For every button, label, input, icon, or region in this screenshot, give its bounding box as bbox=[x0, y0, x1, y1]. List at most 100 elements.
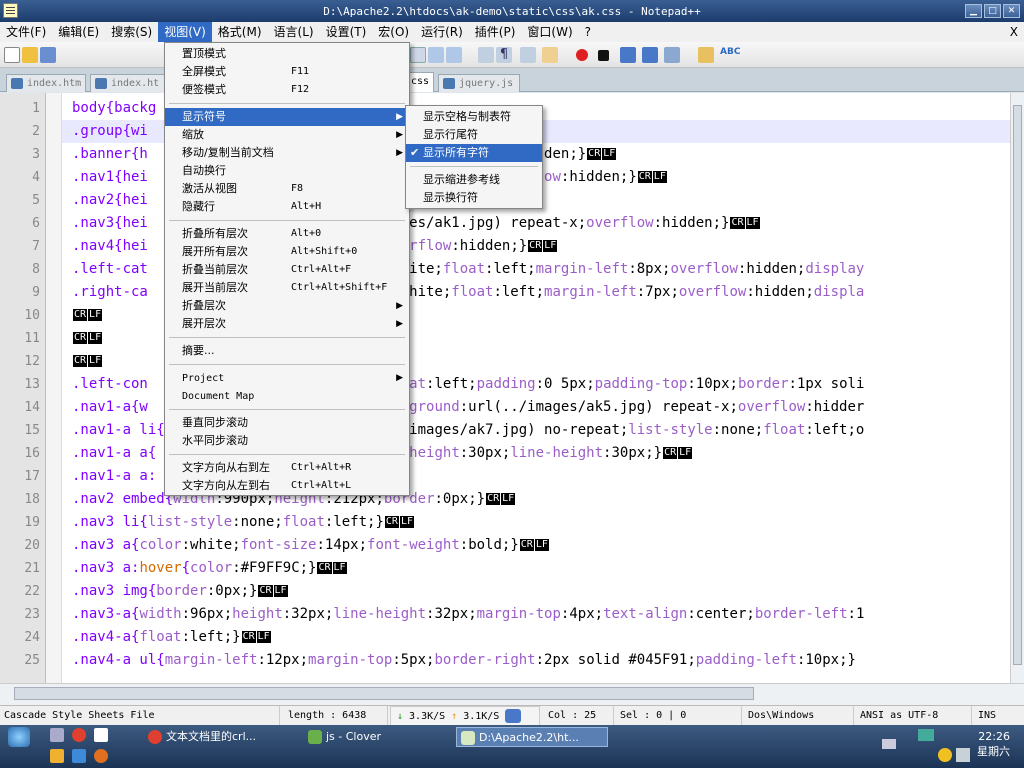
view-menu-item[interactable]: 隐藏行 Alt+H bbox=[165, 198, 409, 216]
start-button[interactable] bbox=[8, 727, 30, 747]
save-icon[interactable] bbox=[40, 47, 56, 63]
maximize-button[interactable]: □ bbox=[984, 4, 1001, 18]
view-menu-item[interactable]: 缩放 ▶ bbox=[165, 126, 409, 144]
network-icon[interactable] bbox=[918, 729, 934, 741]
view-menu-item[interactable]: 全屏模式 F11 bbox=[165, 63, 409, 81]
view-menu-item[interactable]: 展开层次 ▶ bbox=[165, 315, 409, 333]
tab-index-htm[interactable]: index.htm bbox=[6, 74, 86, 92]
close-button[interactable]: ✕ bbox=[1003, 4, 1020, 18]
code-line[interactable]: .nav1-a a: bbox=[72, 465, 156, 488]
menu-search[interactable]: 搜索(S) bbox=[105, 22, 158, 42]
indent-guide-icon[interactable] bbox=[520, 47, 536, 63]
record-macro-icon[interactable] bbox=[576, 49, 588, 61]
fold-margin[interactable] bbox=[46, 93, 62, 683]
scrollbar-thumb[interactable] bbox=[14, 687, 754, 700]
view-menu-item[interactable]: 文字方向从右到左 Ctrl+Alt+R bbox=[165, 459, 409, 477]
sync-horizontal-icon[interactable] bbox=[446, 47, 462, 63]
open-file-icon[interactable] bbox=[22, 47, 38, 63]
task-chrome[interactable]: 文本文档里的crl... bbox=[144, 727, 300, 747]
quicklaunch-notepad-icon[interactable] bbox=[94, 728, 108, 742]
menu-item-label: 显示缩进参考线 bbox=[423, 173, 500, 186]
speed-widget-icon[interactable] bbox=[505, 709, 522, 723]
view-menu-item[interactable]: Project ▶ bbox=[165, 369, 409, 387]
menu-edit[interactable]: 编辑(E) bbox=[52, 22, 105, 42]
code-line[interactable]: CR LF bbox=[72, 327, 103, 350]
file-icon bbox=[443, 78, 455, 89]
view-menu-item[interactable]: 折叠所有层次 Alt+0 bbox=[165, 225, 409, 243]
vertical-scrollbar[interactable] bbox=[1010, 93, 1024, 683]
view-menu-item[interactable]: 文字方向从左到右 Ctrl+Alt+L bbox=[165, 477, 409, 495]
tab-index-ht[interactable]: index.ht bbox=[90, 74, 170, 92]
symbols-menu-item[interactable]: ✔ 显示所有字符 bbox=[406, 144, 542, 162]
quicklaunch-chrome-icon[interactable] bbox=[72, 728, 86, 742]
code-line[interactable]: .nav3 img{border:0px;} CR LF bbox=[72, 580, 288, 603]
quicklaunch-folder-icon[interactable] bbox=[50, 749, 64, 763]
code-line[interactable]: .nav2{hei bbox=[72, 189, 148, 212]
code-line[interactable]: .nav3-a{width:96px;height:32px;line-heig… bbox=[72, 603, 864, 626]
view-menu-item[interactable]: 垂直同步滚动 bbox=[165, 414, 409, 432]
tray-icon[interactable] bbox=[938, 748, 952, 762]
quicklaunch-ie-icon[interactable] bbox=[72, 749, 86, 763]
view-menu-item[interactable]: 自动换行 bbox=[165, 162, 409, 180]
view-menu-item[interactable]: 水平同步滚动 bbox=[165, 432, 409, 450]
volume-icon[interactable] bbox=[956, 748, 970, 762]
new-file-icon[interactable] bbox=[4, 47, 20, 63]
view-menu-item[interactable]: 便签模式 F12 bbox=[165, 81, 409, 99]
horizontal-scrollbar[interactable] bbox=[0, 683, 1024, 705]
task-notepadpp[interactable]: D:\Apache2.2\ht... bbox=[456, 727, 608, 747]
view-menu-item[interactable]: 摘要... bbox=[165, 342, 409, 360]
sync-vertical-icon[interactable] bbox=[428, 47, 444, 63]
menu-run[interactable]: 运行(R) bbox=[415, 22, 469, 42]
view-menu-item[interactable]: 移动/复制当前文档 ▶ bbox=[165, 144, 409, 162]
code-line[interactable]: .nav3 li{list-style:none;float:left;} CR L… bbox=[72, 511, 414, 534]
clock[interactable]: 22:26 星期六 bbox=[977, 729, 1010, 759]
menu-plugins[interactable]: 插件(P) bbox=[469, 22, 522, 42]
menu-window[interactable]: 窗口(W) bbox=[521, 22, 578, 42]
keyboard-icon[interactable] bbox=[882, 739, 896, 749]
fold-icon[interactable] bbox=[542, 47, 558, 63]
view-menu-item[interactable]: 激活从视图 F8 bbox=[165, 180, 409, 198]
view-menu-item[interactable]: 展开当前层次 Ctrl+Alt+Shift+F bbox=[165, 279, 409, 297]
show-all-chars-icon[interactable]: ¶ bbox=[496, 47, 512, 63]
play-macro-icon[interactable] bbox=[620, 47, 636, 63]
folder-icon[interactable] bbox=[698, 47, 714, 63]
tab-jquery-js[interactable]: jquery.js bbox=[438, 74, 520, 92]
symbols-menu-item[interactable]: 显示换行符 bbox=[406, 189, 542, 207]
run-macro-multiple-icon[interactable] bbox=[642, 47, 658, 63]
symbols-menu-item[interactable]: 显示行尾符 bbox=[406, 126, 542, 144]
code-line[interactable]: .nav3 a{color:white;font-size:14px;font-… bbox=[72, 534, 549, 557]
code-token: font-weight bbox=[367, 537, 460, 553]
view-menu-item[interactable]: Document Map bbox=[165, 387, 409, 405]
scrollbar-thumb[interactable] bbox=[1013, 105, 1022, 665]
code-line[interactable]: .nav3 a:hover{color:#F9FF9C;} CR LF bbox=[72, 557, 347, 580]
quicklaunch-firefox-icon[interactable] bbox=[94, 749, 108, 763]
code-line[interactable]: .nav4-a ul{margin-left:12px;margin-top:5… bbox=[72, 649, 856, 672]
menu-file[interactable]: 文件(F) bbox=[0, 22, 52, 42]
menu-help[interactable]: ? bbox=[579, 22, 597, 42]
close-document-button[interactable]: X bbox=[1010, 22, 1018, 42]
code-line[interactable]: CR LF bbox=[72, 304, 103, 327]
view-menu-item[interactable]: 折叠层次 ▶ bbox=[165, 297, 409, 315]
menu-settings[interactable]: 设置(T) bbox=[320, 22, 373, 42]
menu-macro[interactable]: 宏(O) bbox=[372, 22, 415, 42]
symbols-menu-item[interactable]: 显示空格与制表符 bbox=[406, 108, 542, 126]
view-menu-item[interactable]: 显示符号 ▶ bbox=[165, 108, 409, 126]
bookmark-icon[interactable] bbox=[410, 47, 426, 63]
spell-check-icon[interactable]: ABC bbox=[720, 47, 740, 63]
stop-macro-icon[interactable] bbox=[598, 50, 609, 61]
menu-language[interactable]: 语言(L) bbox=[268, 22, 320, 42]
menu-format[interactable]: 格式(M) bbox=[212, 22, 268, 42]
code-line[interactable]: CR LF bbox=[72, 350, 103, 373]
save-macro-icon[interactable] bbox=[664, 47, 680, 63]
code-line[interactable]: .nav4-a{float:left;} CR LF bbox=[72, 626, 271, 649]
word-wrap-icon[interactable] bbox=[478, 47, 494, 63]
symbols-menu-item[interactable]: 显示缩进参考线 bbox=[406, 171, 542, 189]
menu-view[interactable]: 视图(V) bbox=[158, 22, 212, 42]
view-menu-item[interactable]: 展开所有层次 Alt+Shift+0 bbox=[165, 243, 409, 261]
task-clover[interactable]: js - Clover bbox=[304, 727, 452, 747]
view-menu-item[interactable]: 折叠当前层次 Ctrl+Alt+F bbox=[165, 261, 409, 279]
minimize-button[interactable]: ▁ bbox=[965, 4, 982, 18]
quicklaunch-explorer-icon[interactable] bbox=[50, 728, 64, 742]
view-menu-item[interactable]: 置顶模式 bbox=[165, 45, 409, 63]
code-line[interactable]: body{backg bbox=[72, 97, 156, 120]
